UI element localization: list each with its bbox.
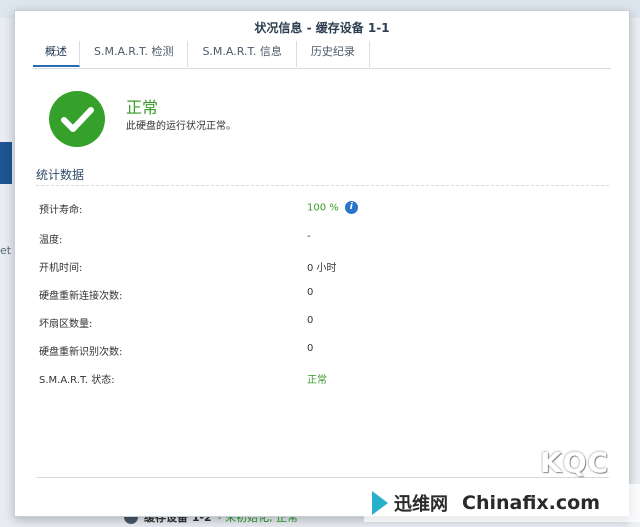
tab-history[interactable]: 历史纪录 xyxy=(297,41,370,67)
info-icon[interactable]: i xyxy=(344,201,358,214)
watermark-logo: KQC xyxy=(540,446,610,479)
section-divider xyxy=(36,185,609,186)
tab-bar: 概述 S.M.A.R.T. 检测 S.M.A.R.T. 信息 历史纪录 xyxy=(33,41,370,67)
watermark-brand-en: Chinafix.com xyxy=(462,492,601,514)
stat-value: 0 小时 xyxy=(307,263,337,274)
stat-label: 坏扇区数量: xyxy=(39,319,93,330)
stat-value: 100 % i xyxy=(307,201,358,214)
tab-smart-info[interactable]: S.M.A.R.T. 信息 xyxy=(188,41,297,67)
stat-row-smart-status: S.M.A.R.T. 状态: 正常 xyxy=(15,371,629,391)
status-description: 此硬盘的运行状况正常。 xyxy=(126,121,236,132)
stat-label: 预计寿命: xyxy=(39,205,83,216)
stat-row-power-on-time: 开机时间: 0 小时 xyxy=(15,259,629,279)
arrow-icon xyxy=(372,491,388,515)
stat-value: 0 xyxy=(307,343,314,354)
section-title-statistics: 统计数据 xyxy=(36,168,85,182)
stat-row-bad-sectors: 坏扇区数量: 0 xyxy=(15,315,629,335)
background-nav-text: et xyxy=(0,244,12,257)
stat-label: 开机时间: xyxy=(39,263,83,274)
watermark-brand-cn: 迅维网 xyxy=(394,494,448,515)
stat-row-reconnect-count: 硬盘重新连接次数: 0 xyxy=(15,287,629,307)
stat-label: 硬盘重新识别次数: xyxy=(39,347,123,358)
stat-value: - xyxy=(307,231,311,242)
stat-value: 0 xyxy=(307,287,314,298)
check-circle-icon xyxy=(49,91,105,147)
tab-divider xyxy=(33,68,611,69)
status-info-dialog: 状况信息 - 缓存设备 1-1 概述 S.M.A.R.T. 检测 S.M.A.R… xyxy=(14,10,630,517)
watermark-banner: 迅维网 Chinafix.com xyxy=(364,484,640,522)
background-nav-marker xyxy=(0,142,12,184)
stat-row-lifespan: 预计寿命: 100 % i xyxy=(15,201,629,221)
stat-label: 温度: xyxy=(39,235,63,246)
stat-label: S.M.A.R.T. 状态: xyxy=(39,375,115,386)
stat-value: 0 xyxy=(307,315,314,326)
status-title: 正常 xyxy=(126,98,159,117)
lifespan-value: 100 % xyxy=(307,202,339,214)
stat-value: 正常 xyxy=(307,375,327,386)
tab-overview[interactable]: 概述 xyxy=(33,41,80,67)
dialog-title: 状况信息 - 缓存设备 1-1 xyxy=(254,21,390,35)
tab-smart-test[interactable]: S.M.A.R.T. 检测 xyxy=(80,41,189,67)
stat-row-temperature: 温度: - xyxy=(15,231,629,251)
stat-label: 硬盘重新连接次数: xyxy=(39,291,123,302)
footer-divider xyxy=(36,477,609,478)
stat-row-reidentify-count: 硬盘重新识别次数: 0 xyxy=(15,343,629,363)
